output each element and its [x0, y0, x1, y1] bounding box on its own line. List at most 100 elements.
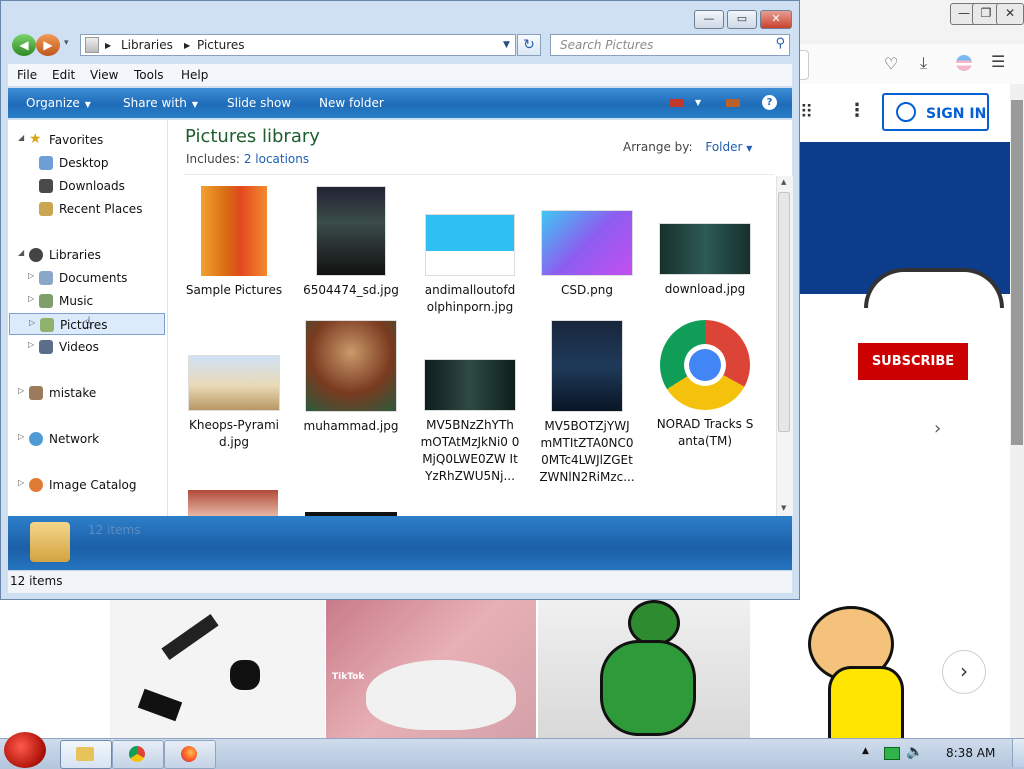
scroll-down-icon[interactable]: ▼ [781, 504, 786, 512]
nav-desktop[interactable]: Desktop [8, 152, 165, 174]
recent-pages-icon[interactable]: ▾ [64, 38, 76, 52]
urlbar-edge[interactable] [800, 50, 809, 80]
image-thumbnail[interactable] [188, 490, 278, 516]
nav-downloads[interactable]: Downloads [8, 175, 165, 197]
back-icon[interactable]: ◀ [12, 34, 36, 56]
nav-music[interactable]: ▷ Music [8, 290, 165, 312]
help-icon[interactable]: ? [762, 95, 777, 110]
address-dropdown-icon[interactable]: ▼ [503, 40, 510, 50]
volume-icon[interactable]: 🔈 [906, 744, 923, 760]
nav-libraries[interactable]: ◢ Libraries [8, 244, 165, 266]
expand-icon[interactable]: ◢ [18, 133, 24, 142]
nav-favorites[interactable]: ◢ ★ Favorites [8, 129, 165, 151]
libraries-icon [29, 248, 43, 262]
breadcrumb-pictures[interactable]: Pictures [197, 38, 245, 52]
nav-mistake[interactable]: ▷ mistake [8, 382, 165, 404]
clock[interactable]: 8:38 AM [946, 746, 995, 760]
address-bar[interactable]: ▶ Libraries ▶ Pictures ▼ [80, 34, 516, 56]
start-button[interactable] [4, 732, 46, 768]
collapse-icon[interactable]: ▷ [18, 478, 24, 487]
menu-edit[interactable]: Edit [52, 68, 75, 82]
breadcrumb-arrow-icon[interactable]: ▶ [105, 41, 111, 50]
file-item[interactable]: andimalloutofd olphinporn.jpg [420, 214, 520, 316]
menu-icon[interactable]: ☰ [991, 52, 1005, 71]
nav-network[interactable]: ▷ Network [8, 428, 165, 450]
file-item[interactable]: 6504474_sd.jpg [301, 186, 401, 299]
menu-help[interactable]: Help [181, 68, 208, 82]
view-dropdown-icon[interactable]: ▼ [695, 98, 701, 107]
collapse-icon[interactable]: ▷ [28, 294, 34, 303]
chrome-icon [129, 746, 145, 762]
video-thumbnail[interactable] [538, 600, 750, 738]
apps-grid-icon[interactable]: ⠿ [800, 102, 813, 123]
image-thumbnail [188, 355, 280, 411]
nav-recent-places[interactable]: Recent Places [8, 198, 165, 220]
refresh-icon[interactable]: ↻ [517, 34, 541, 56]
file-item[interactable]: MV5BOTZjYWJ mMTItZTA0NC0 0MTc4LWJlZGEt Z… [537, 320, 637, 486]
file-item[interactable]: MV5BNzZhYTh mOTAtMzJkNi0 0MjQ0LWE0ZW ItY… [420, 359, 520, 485]
chevron-right-icon[interactable]: › [934, 418, 941, 439]
arrange-by-dropdown[interactable]: Folder ▼ [705, 140, 752, 154]
videos-icon [39, 340, 53, 354]
network-tray-icon[interactable] [884, 747, 900, 760]
breadcrumb-libraries[interactable]: Libraries [121, 38, 173, 52]
page-scroll-thumb[interactable] [1011, 100, 1023, 445]
file-item[interactable]: NORAD Tracks Santa(TM) [655, 320, 755, 450]
content-scroll-thumb[interactable] [778, 192, 790, 432]
slide-show-button[interactable]: Slide show [227, 96, 291, 110]
includes-locations-link[interactable]: 2 locations [244, 152, 309, 166]
menu-file[interactable]: File [17, 68, 37, 82]
taskbar-chrome[interactable] [112, 740, 164, 769]
close-icon[interactable]: ✕ [760, 10, 792, 29]
nav-videos[interactable]: ▷ Videos [8, 336, 165, 358]
preview-pane-icon[interactable] [726, 99, 740, 107]
browser-toolbar: ♡ ⤓ ☰ [800, 44, 1024, 85]
show-desktop-button[interactable] [1012, 739, 1024, 767]
menu-view[interactable]: View [90, 68, 118, 82]
thumb-art [230, 660, 260, 690]
taskbar-firefox[interactable] [164, 740, 216, 769]
image-thumbnail [659, 223, 751, 275]
subscribe-button[interactable]: SUBSCRIBE [858, 343, 968, 380]
close-icon[interactable]: ✕ [996, 3, 1024, 25]
image-thumbnail [305, 320, 397, 412]
show-hidden-icons-icon[interactable]: ▲ [862, 746, 869, 756]
scroll-up-icon[interactable]: ▲ [781, 178, 786, 186]
breadcrumb-arrow-icon[interactable]: ▶ [184, 41, 190, 50]
new-folder-button[interactable]: New folder [319, 96, 384, 110]
file-item[interactable]: download.jpg [655, 223, 755, 298]
organize-button[interactable]: Organize ▼ [26, 96, 91, 110]
menu-tools[interactable]: Tools [134, 68, 164, 82]
change-view-icon[interactable] [670, 99, 684, 107]
collapse-icon[interactable]: ▷ [18, 386, 24, 395]
video-thumbnail[interactable]: TikTok [326, 600, 536, 738]
collapse-icon[interactable]: ▷ [29, 318, 35, 327]
profile-icon[interactable] [956, 55, 972, 71]
file-item[interactable]: CSD.png [537, 210, 637, 299]
nav-image-catalog[interactable]: ▷ Image Catalog [8, 474, 165, 496]
recent-places-icon [39, 202, 53, 216]
browser-titlebar: — ❐ ✕ [800, 0, 1024, 45]
collapse-icon[interactable]: ▷ [28, 340, 34, 349]
file-item[interactable]: muhammad.jpg [301, 320, 401, 435]
collapse-icon[interactable]: ▷ [18, 432, 24, 441]
download-icon[interactable]: ⤓ [920, 53, 927, 73]
forward-icon[interactable]: ▶ [36, 34, 60, 56]
sign-in-button[interactable]: SIGN IN [882, 93, 989, 131]
file-item[interactable]: Kheops-Pyrami d.jpg [184, 355, 284, 451]
more-vert-icon[interactable]: ⋮ [848, 100, 866, 121]
nav-documents[interactable]: ▷ Documents [8, 267, 165, 289]
pocket-icon[interactable]: ♡ [884, 54, 898, 73]
minimize-icon[interactable]: — [694, 10, 724, 29]
collapse-icon[interactable]: ▷ [28, 271, 34, 280]
music-icon [39, 294, 53, 308]
share-with-button[interactable]: Share with ▼ [123, 96, 198, 110]
maximize-icon[interactable]: ▭ [727, 10, 757, 29]
expand-icon[interactable]: ◢ [18, 248, 24, 257]
file-item[interactable]: Sample Pictures [184, 186, 284, 299]
taskbar-explorer[interactable] [60, 740, 112, 769]
search-icon[interactable]: ⚲ [775, 36, 785, 51]
next-arrow-button[interactable]: › [942, 650, 986, 694]
search-input[interactable]: Search Pictures ⚲ [550, 34, 790, 56]
video-thumbnail[interactable] [110, 600, 325, 738]
